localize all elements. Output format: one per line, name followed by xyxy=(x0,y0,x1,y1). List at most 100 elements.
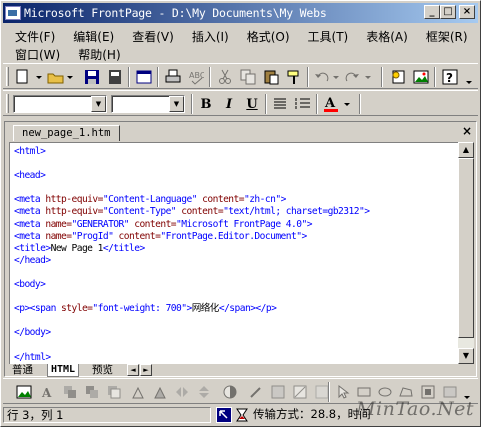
toolbar-separator xyxy=(265,94,267,114)
thumbnail-icon[interactable] xyxy=(59,382,81,402)
underline-button[interactable]: U xyxy=(241,94,263,114)
black-and-white-icon[interactable] xyxy=(289,382,311,402)
font-color-icon[interactable]: A xyxy=(321,94,355,114)
position-absolutely-icon[interactable] xyxy=(81,382,103,402)
publish-web-icon[interactable] xyxy=(104,67,126,87)
code-token: > xyxy=(301,230,307,242)
rotate-left-icon[interactable] xyxy=(127,382,149,402)
code-line: <p><span style="font-weight: 700">网络化</s… xyxy=(14,303,458,315)
new-page-icon[interactable] xyxy=(13,67,43,87)
insert-component-icon[interactable] xyxy=(387,67,409,87)
open-folder-icon[interactable] xyxy=(45,67,75,87)
vertical-scrollbar[interactable]: ▲ ▼ xyxy=(458,142,474,364)
code-token: "Content-Type" xyxy=(102,206,177,218)
italic-button[interactable]: I xyxy=(218,94,240,114)
minimize-button[interactable]: _ xyxy=(424,5,440,19)
tab-normal[interactable]: 普通 xyxy=(9,364,36,377)
bring-forward-icon[interactable] xyxy=(103,382,125,402)
toolbar-grip[interactable] xyxy=(6,67,9,86)
paste-icon[interactable] xyxy=(260,67,282,87)
toolbar-grip[interactable] xyxy=(6,94,9,113)
code-line: <meta name="GENERATOR" content="Microsof… xyxy=(14,219,458,231)
scroll-thumb[interactable] xyxy=(458,158,474,338)
print-icon[interactable] xyxy=(162,67,184,87)
menu-window[interactable]: 窗口(W) xyxy=(3,46,66,63)
menu-edit[interactable]: 编辑(E) xyxy=(61,28,120,45)
tab-scroll-left-icon[interactable]: ◄ xyxy=(127,364,139,376)
menu-view[interactable]: 查看(V) xyxy=(120,28,180,45)
menu-frames[interactable]: 框架(R) xyxy=(414,28,474,45)
tab-preview[interactable]: 预览 xyxy=(89,364,116,377)
scroll-down-icon[interactable]: ▼ xyxy=(458,348,474,364)
insert-picture-icon[interactable] xyxy=(410,67,432,87)
cut-icon[interactable] xyxy=(214,67,236,87)
code-token: <meta xyxy=(14,206,46,218)
view-tabs: 普通 HTML 预览 ◄ ► xyxy=(9,364,474,377)
code-token: <p><span xyxy=(14,303,62,315)
rotate-right-icon[interactable] xyxy=(149,382,171,402)
undo-icon[interactable] xyxy=(312,67,342,87)
html-code-area[interactable]: <html> <head> <meta http-equiv="Content-… xyxy=(9,142,458,364)
formatting-toolbar: ▼ ▼ B I U A xyxy=(3,90,478,116)
close-document-icon[interactable]: × xyxy=(462,124,472,138)
toolbar-separator xyxy=(381,67,383,87)
maximize-button[interactable]: □ xyxy=(440,5,456,19)
save-icon[interactable] xyxy=(81,67,103,87)
document-tab[interactable]: new_page_1.htm xyxy=(13,125,120,141)
select-arrow-icon[interactable] xyxy=(332,382,354,402)
style-combo[interactable]: ▼ xyxy=(13,95,107,113)
code-line: <body> xyxy=(14,279,458,291)
title-bar[interactable]: Microsoft FrontPage - D:\My Documents\My… xyxy=(3,3,478,23)
code-line: <meta http-equiv="Content-Language" cont… xyxy=(14,194,458,206)
menu-table[interactable]: 表格(A) xyxy=(354,28,414,45)
menu-help[interactable]: 帮助(H) xyxy=(66,46,126,63)
flip-horizontal-icon[interactable] xyxy=(171,382,193,402)
flip-vertical-icon[interactable] xyxy=(193,382,215,402)
font-combo[interactable]: ▼ xyxy=(111,95,185,113)
bold-button[interactable]: B xyxy=(195,94,217,114)
redo-icon[interactable] xyxy=(344,67,374,87)
code-token: </html> xyxy=(14,351,51,363)
svg-text:A: A xyxy=(324,96,336,111)
code-token: <body> xyxy=(14,279,46,291)
chevron-down-icon[interactable]: ▼ xyxy=(91,96,106,112)
close-button[interactable]: × xyxy=(459,5,475,19)
contrast-icon[interactable] xyxy=(219,382,241,402)
chevron-down-icon[interactable]: ▼ xyxy=(169,96,184,112)
insert-picture-icon[interactable] xyxy=(13,382,35,402)
text-wrap-icon[interactable]: A xyxy=(37,382,59,402)
crop-icon[interactable] xyxy=(245,382,267,402)
menu-format[interactable]: 格式(O) xyxy=(235,28,296,45)
frontpage-app-icon[interactable] xyxy=(5,6,21,20)
menu-tools[interactable]: 工具(T) xyxy=(296,28,355,45)
code-token: "ProgId" xyxy=(71,230,114,242)
tab-html[interactable]: HTML xyxy=(47,364,80,377)
toolbar-more-chevron-icon[interactable] xyxy=(463,67,475,87)
code-line: <meta http-equiv="Content-Type" content=… xyxy=(14,206,458,218)
spelling-icon[interactable]: ABC xyxy=(185,67,207,87)
folder-list-icon[interactable] xyxy=(133,67,155,87)
copy-icon[interactable] xyxy=(237,67,259,87)
html-source-indicator-icon xyxy=(216,407,232,423)
align-icon[interactable] xyxy=(269,94,291,114)
set-transparent-color-icon[interactable] xyxy=(267,382,289,402)
code-token: New Page 1 xyxy=(50,242,104,254)
scroll-up-icon[interactable]: ▲ xyxy=(458,142,474,158)
frontpage-window: Microsoft FrontPage - D:\My Documents\My… xyxy=(0,0,481,427)
toolbar-separator xyxy=(157,67,159,87)
numbered-list-icon[interactable] xyxy=(292,94,314,114)
menu-insert[interactable]: 插入(I) xyxy=(180,28,235,45)
help-icon[interactable]: ? xyxy=(439,67,461,87)
code-line: <title>New Page 1</title> xyxy=(14,243,458,255)
menu-file[interactable]: 文件(F) xyxy=(3,28,61,45)
format-painter-icon[interactable] xyxy=(283,67,305,87)
toolbar-separator xyxy=(328,382,330,402)
cursor-position: 行 3，列 1 xyxy=(3,407,211,423)
code-token: "text/html; charset=gb2312" xyxy=(223,206,365,218)
tab-scroll-right-icon[interactable]: ► xyxy=(140,364,152,376)
code-token: style= xyxy=(61,303,93,315)
watermark: MinTao.Net xyxy=(356,398,474,420)
